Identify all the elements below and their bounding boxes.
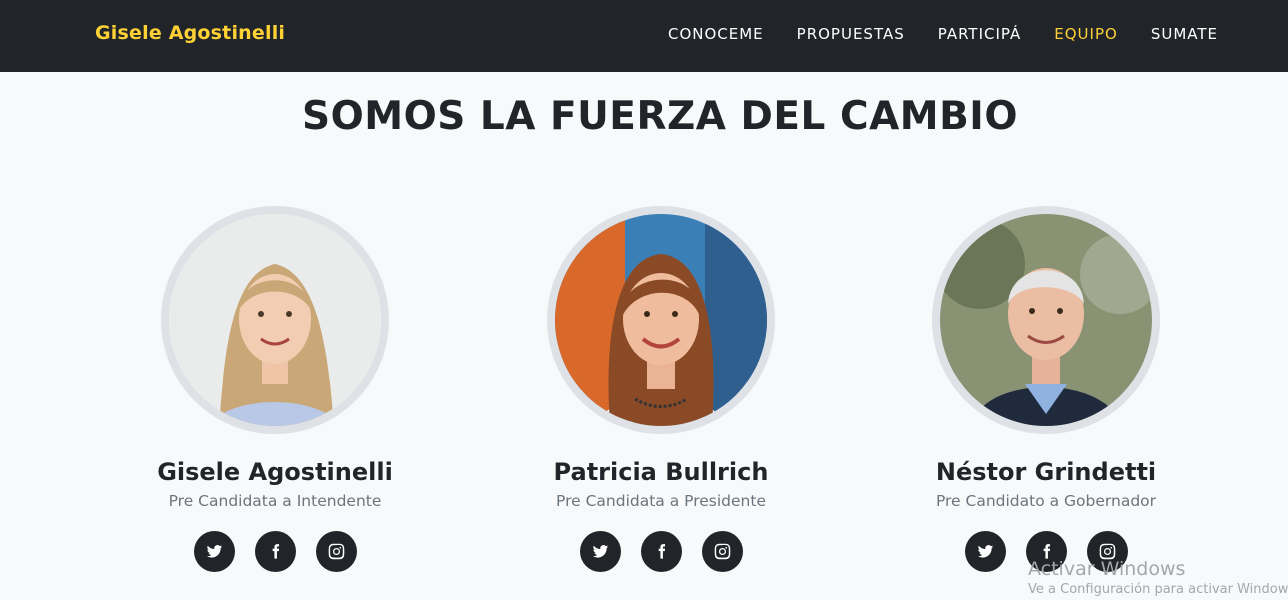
facebook-button[interactable] [640,531,682,572]
member-role: Pre Candidata a Intendente [168,492,382,510]
member-photo [547,206,775,434]
main-navbar: Gisele Agostinelli CONOCEME PROPUESTAS P… [0,0,1288,72]
instagram-button[interactable] [315,531,357,572]
instagram-button[interactable] [701,531,743,572]
member-role: Pre Candidato a Gobernador [935,492,1157,510]
member-name: Gisele Agostinelli [157,458,393,486]
facebook-icon [272,544,279,559]
twitter-button[interactable] [579,531,621,572]
team-member-card: Néstor Grindetti Pre Candidato a Goberna… [876,206,1216,572]
nav-link-conoceme[interactable]: CONOCEME [668,25,764,43]
member-role: Pre Candidata a Presidente [556,492,766,510]
team-member-card: Gisele Agostinelli Pre Candidata a Inten… [105,206,445,572]
portrait-image [169,214,381,426]
member-name: Patricia Bullrich [553,458,769,486]
twitter-icon [206,545,222,558]
twitter-icon [977,545,993,558]
windows-activation-watermark: Activar Windows Ve a Configuración para … [1028,558,1288,597]
facebook-button[interactable] [254,531,296,572]
brand-logo-link[interactable]: Gisele Agostinelli [95,22,285,44]
watermark-title: Activar Windows [1028,558,1186,580]
social-links [491,531,831,572]
portrait-image [555,214,767,426]
member-photo [161,206,389,434]
twitter-icon [592,545,608,558]
member-name: Néstor Grindetti [935,458,1157,486]
instagram-icon [714,543,730,560]
nav-link-participa[interactable]: PARTICIPÁ [938,25,1022,43]
twitter-button[interactable] [964,531,1006,572]
twitter-button[interactable] [193,531,235,572]
nav-link-propuestas[interactable]: PROPUESTAS [797,25,905,43]
nav-link-equipo[interactable]: EQUIPO [1054,25,1118,43]
team-member-card: Patricia Bullrich Pre Candidata a Presid… [491,206,831,572]
section-title: SOMOS LA FUERZA DEL CAMBIO [302,94,1018,139]
nav-link-sumate[interactable]: SUMATE [1151,25,1218,43]
member-photo [932,206,1160,434]
portrait-image [940,214,1152,426]
nav-links: CONOCEME PROPUESTAS PARTICIPÁ EQUIPO SUM… [635,25,1218,43]
social-links [105,531,445,572]
facebook-icon [658,544,665,559]
instagram-icon [328,543,344,560]
watermark-subtitle: Ve a Configuración para activar Windows. [1028,582,1288,597]
